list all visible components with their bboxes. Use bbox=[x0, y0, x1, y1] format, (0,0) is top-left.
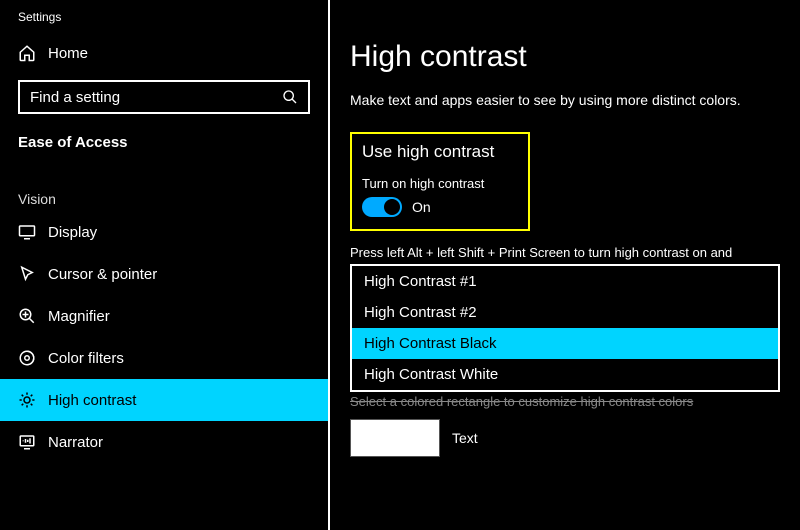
theme-option-1[interactable]: High Contrast #1 bbox=[352, 266, 778, 297]
high-contrast-panel: Use high contrast Turn on high contrast … bbox=[350, 132, 530, 231]
cursor-icon bbox=[18, 265, 36, 283]
theme-option-white[interactable]: High Contrast White bbox=[352, 359, 778, 390]
sidebar-item-label: Narrator bbox=[48, 434, 103, 451]
theme-option-black[interactable]: High Contrast Black bbox=[352, 328, 778, 359]
customize-caption: Select a colored rectangle to customize … bbox=[350, 394, 780, 409]
sidebar-item-magnifier[interactable]: Magnifier bbox=[0, 295, 328, 337]
sidebar-item-label: Display bbox=[48, 224, 97, 241]
sidebar-item-label: High contrast bbox=[48, 392, 136, 409]
home-icon bbox=[18, 44, 36, 62]
page-subtext: Make text and apps easier to see by usin… bbox=[350, 92, 780, 108]
sidebar-item-cursor[interactable]: Cursor & pointer bbox=[0, 253, 328, 295]
toggle-state: On bbox=[412, 199, 431, 215]
color-sample-row: Text bbox=[350, 419, 780, 457]
sidebar-item-narrator[interactable]: Narrator bbox=[0, 421, 328, 463]
home-nav[interactable]: Home bbox=[0, 34, 328, 72]
color-filters-icon bbox=[18, 349, 36, 367]
sidebar-item-color-filters[interactable]: Color filters bbox=[0, 337, 328, 379]
shortcut-hint: Press left Alt + left Shift + Print Scre… bbox=[350, 245, 780, 260]
search-input[interactable]: Find a setting bbox=[18, 80, 310, 114]
monitor-icon bbox=[18, 223, 36, 241]
theme-dropdown[interactable]: High Contrast #1 High Contrast #2 High C… bbox=[350, 264, 780, 392]
category-title: Ease of Access bbox=[0, 128, 328, 151]
brightness-icon bbox=[18, 391, 36, 409]
sidebar-item-high-contrast[interactable]: High contrast bbox=[0, 379, 328, 421]
toggle-knob bbox=[384, 199, 400, 215]
page-title: High contrast bbox=[350, 40, 780, 74]
section-title: Use high contrast bbox=[362, 142, 518, 162]
magnifier-icon bbox=[18, 307, 36, 325]
home-label: Home bbox=[48, 45, 88, 62]
sidebar-item-label: Cursor & pointer bbox=[48, 266, 157, 283]
toggle-label: Turn on high contrast bbox=[362, 176, 518, 191]
subcategory-label: Vision bbox=[0, 151, 328, 211]
high-contrast-toggle[interactable]: On bbox=[362, 197, 518, 217]
search-placeholder: Find a setting bbox=[30, 89, 120, 106]
narrator-icon bbox=[18, 433, 36, 451]
app-title: Settings bbox=[0, 10, 328, 34]
main-content: High contrast Make text and apps easier … bbox=[330, 0, 800, 530]
sidebar-item-display[interactable]: Display bbox=[0, 211, 328, 253]
sidebar: Settings Home Find a setting Ease of Acc… bbox=[0, 0, 330, 530]
sidebar-item-label: Magnifier bbox=[48, 308, 110, 325]
search-icon bbox=[282, 89, 298, 105]
theme-option-2[interactable]: High Contrast #2 bbox=[352, 297, 778, 328]
sample-label: Text bbox=[452, 430, 478, 446]
text-color-rect[interactable] bbox=[350, 419, 440, 457]
sidebar-item-label: Color filters bbox=[48, 350, 124, 367]
toggle-switch bbox=[362, 197, 402, 217]
